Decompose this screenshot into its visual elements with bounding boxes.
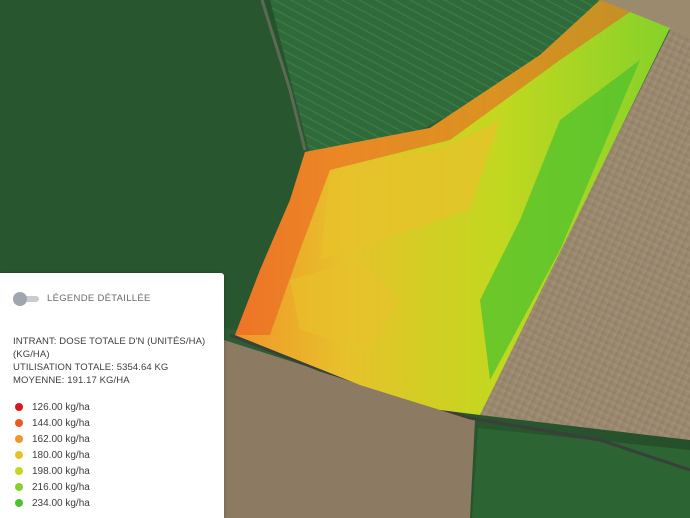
legend-class-label: 162.00 kg/ha bbox=[32, 433, 90, 445]
intrant-line-1: INTRANT: DOSE TOTALE D'N (UNITÉS/HA) bbox=[13, 336, 206, 347]
legend-class-label: 216.00 kg/ha bbox=[32, 481, 90, 493]
map-view[interactable]: LÉGENDE DÉTAILLÉE INTRANT: DOSE TOTALE D… bbox=[0, 0, 690, 518]
legend-class-row: 126.00 kg/ha bbox=[13, 399, 90, 415]
legend-class-row: 234.00 kg/ha bbox=[13, 495, 90, 511]
intrant-line-2: (KG/HA) bbox=[13, 349, 50, 360]
legend-class-label: 234.00 kg/ha bbox=[32, 497, 90, 509]
legend-color-dot bbox=[15, 499, 23, 507]
legend-class-row: 216.00 kg/ha bbox=[13, 479, 90, 495]
toggle-knob[interactable] bbox=[13, 292, 27, 306]
legend-color-dot bbox=[15, 467, 23, 475]
legend-class-row: 180.00 kg/ha bbox=[13, 447, 90, 463]
legend-class-row: 144.00 kg/ha bbox=[13, 415, 90, 431]
legend-class-row: 198.00 kg/ha bbox=[13, 463, 90, 479]
legend-color-dot bbox=[15, 403, 23, 411]
legend-class-label: 198.00 kg/ha bbox=[32, 465, 90, 477]
legend-class-label: 126.00 kg/ha bbox=[32, 401, 90, 413]
detailed-legend-label: LÉGENDE DÉTAILLÉE bbox=[47, 293, 151, 304]
legend-panel: LÉGENDE DÉTAILLÉE INTRANT: DOSE TOTALE D… bbox=[0, 273, 224, 518]
legend-color-dot bbox=[15, 483, 23, 491]
legend-color-dot bbox=[15, 435, 23, 443]
legend-info: INTRANT: DOSE TOTALE D'N (UNITÉS/HA) (KG… bbox=[13, 335, 218, 387]
detailed-legend-toggle[interactable] bbox=[13, 292, 41, 306]
legend-class-row: 162.00 kg/ha bbox=[13, 431, 90, 447]
average-dose: MOYENNE: 191.17 KG/HA bbox=[13, 375, 130, 386]
legend-class-label: 144.00 kg/ha bbox=[32, 417, 90, 429]
legend-class-label: 180.00 kg/ha bbox=[32, 449, 90, 461]
total-usage: UTILISATION TOTALE: 5354.64 KG bbox=[13, 362, 169, 373]
legend-color-dot bbox=[15, 419, 23, 427]
legend-color-dot bbox=[15, 451, 23, 459]
legend-classes: 126.00 kg/ha 144.00 kg/ha 162.00 kg/ha 1… bbox=[13, 399, 90, 511]
